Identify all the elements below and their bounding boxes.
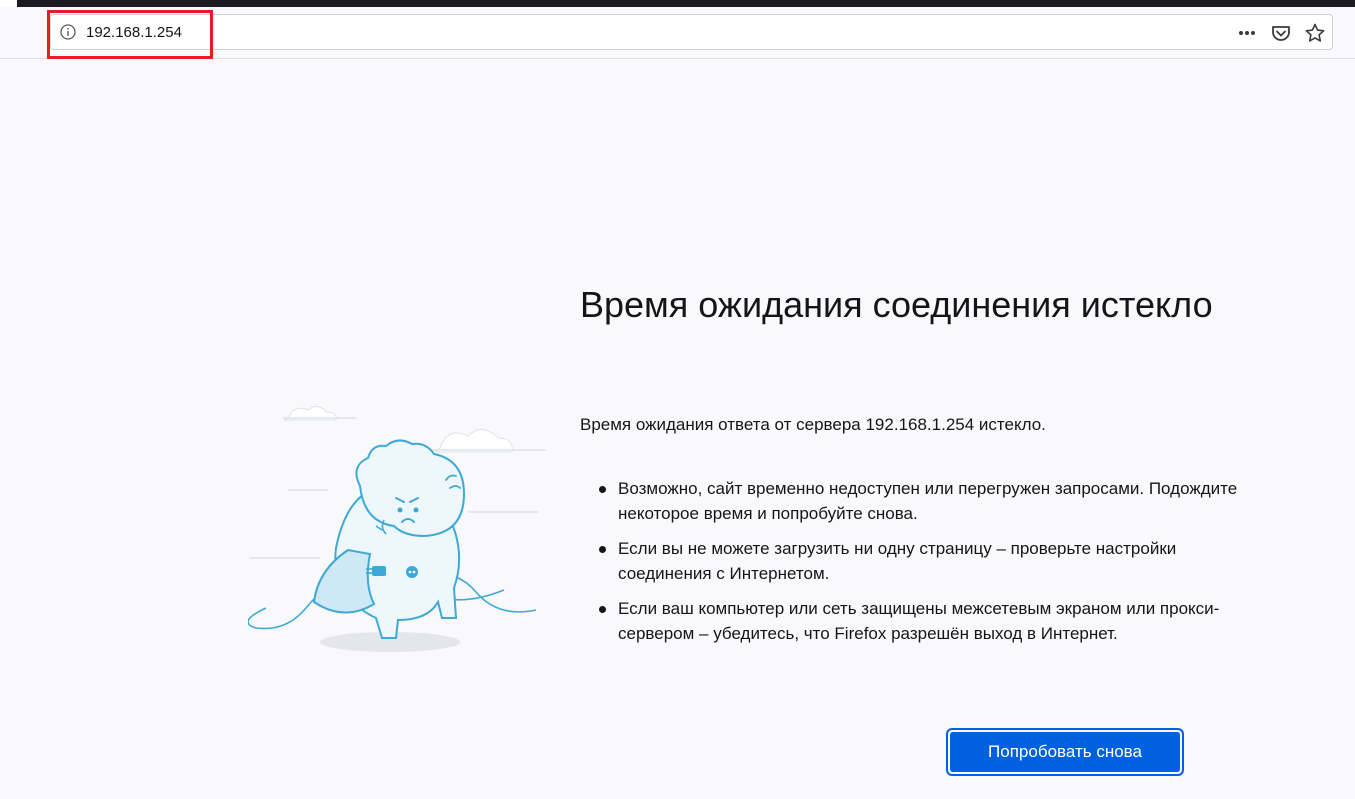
url-bar[interactable]: 192.168.1.254 xyxy=(50,14,1333,50)
troubleshooting-list: Возможно, сайт временно недоступен или п… xyxy=(580,476,1238,656)
url-text[interactable]: 192.168.1.254 xyxy=(86,24,182,41)
window-top-strip xyxy=(0,0,1355,7)
list-item: Если вы не можете загрузить ни одну стра… xyxy=(599,536,1238,586)
error-description: Время ожидания ответа от сервера 192.168… xyxy=(580,415,1046,434)
page-action-buttons xyxy=(1236,21,1326,45)
pocket-icon[interactable] xyxy=(1270,22,1292,44)
tab-strip xyxy=(17,0,1355,7)
retry-button[interactable]: Попробовать снова xyxy=(950,732,1180,772)
error-title: Время ожидания соединения истекло xyxy=(580,284,1213,325)
star-icon[interactable] xyxy=(1304,22,1326,44)
list-item: Возможно, сайт временно недоступен или п… xyxy=(599,476,1238,526)
list-item: Если ваш компьютер или сеть защищены меж… xyxy=(599,596,1238,646)
more-icon[interactable] xyxy=(1236,22,1258,44)
navigation-toolbar: 192.168.1.254 xyxy=(0,7,1355,59)
info-icon[interactable] xyxy=(60,24,76,40)
disconnected-dino-illustration xyxy=(247,400,548,660)
retry-button-focus-ring: Попробовать снова xyxy=(946,728,1184,776)
